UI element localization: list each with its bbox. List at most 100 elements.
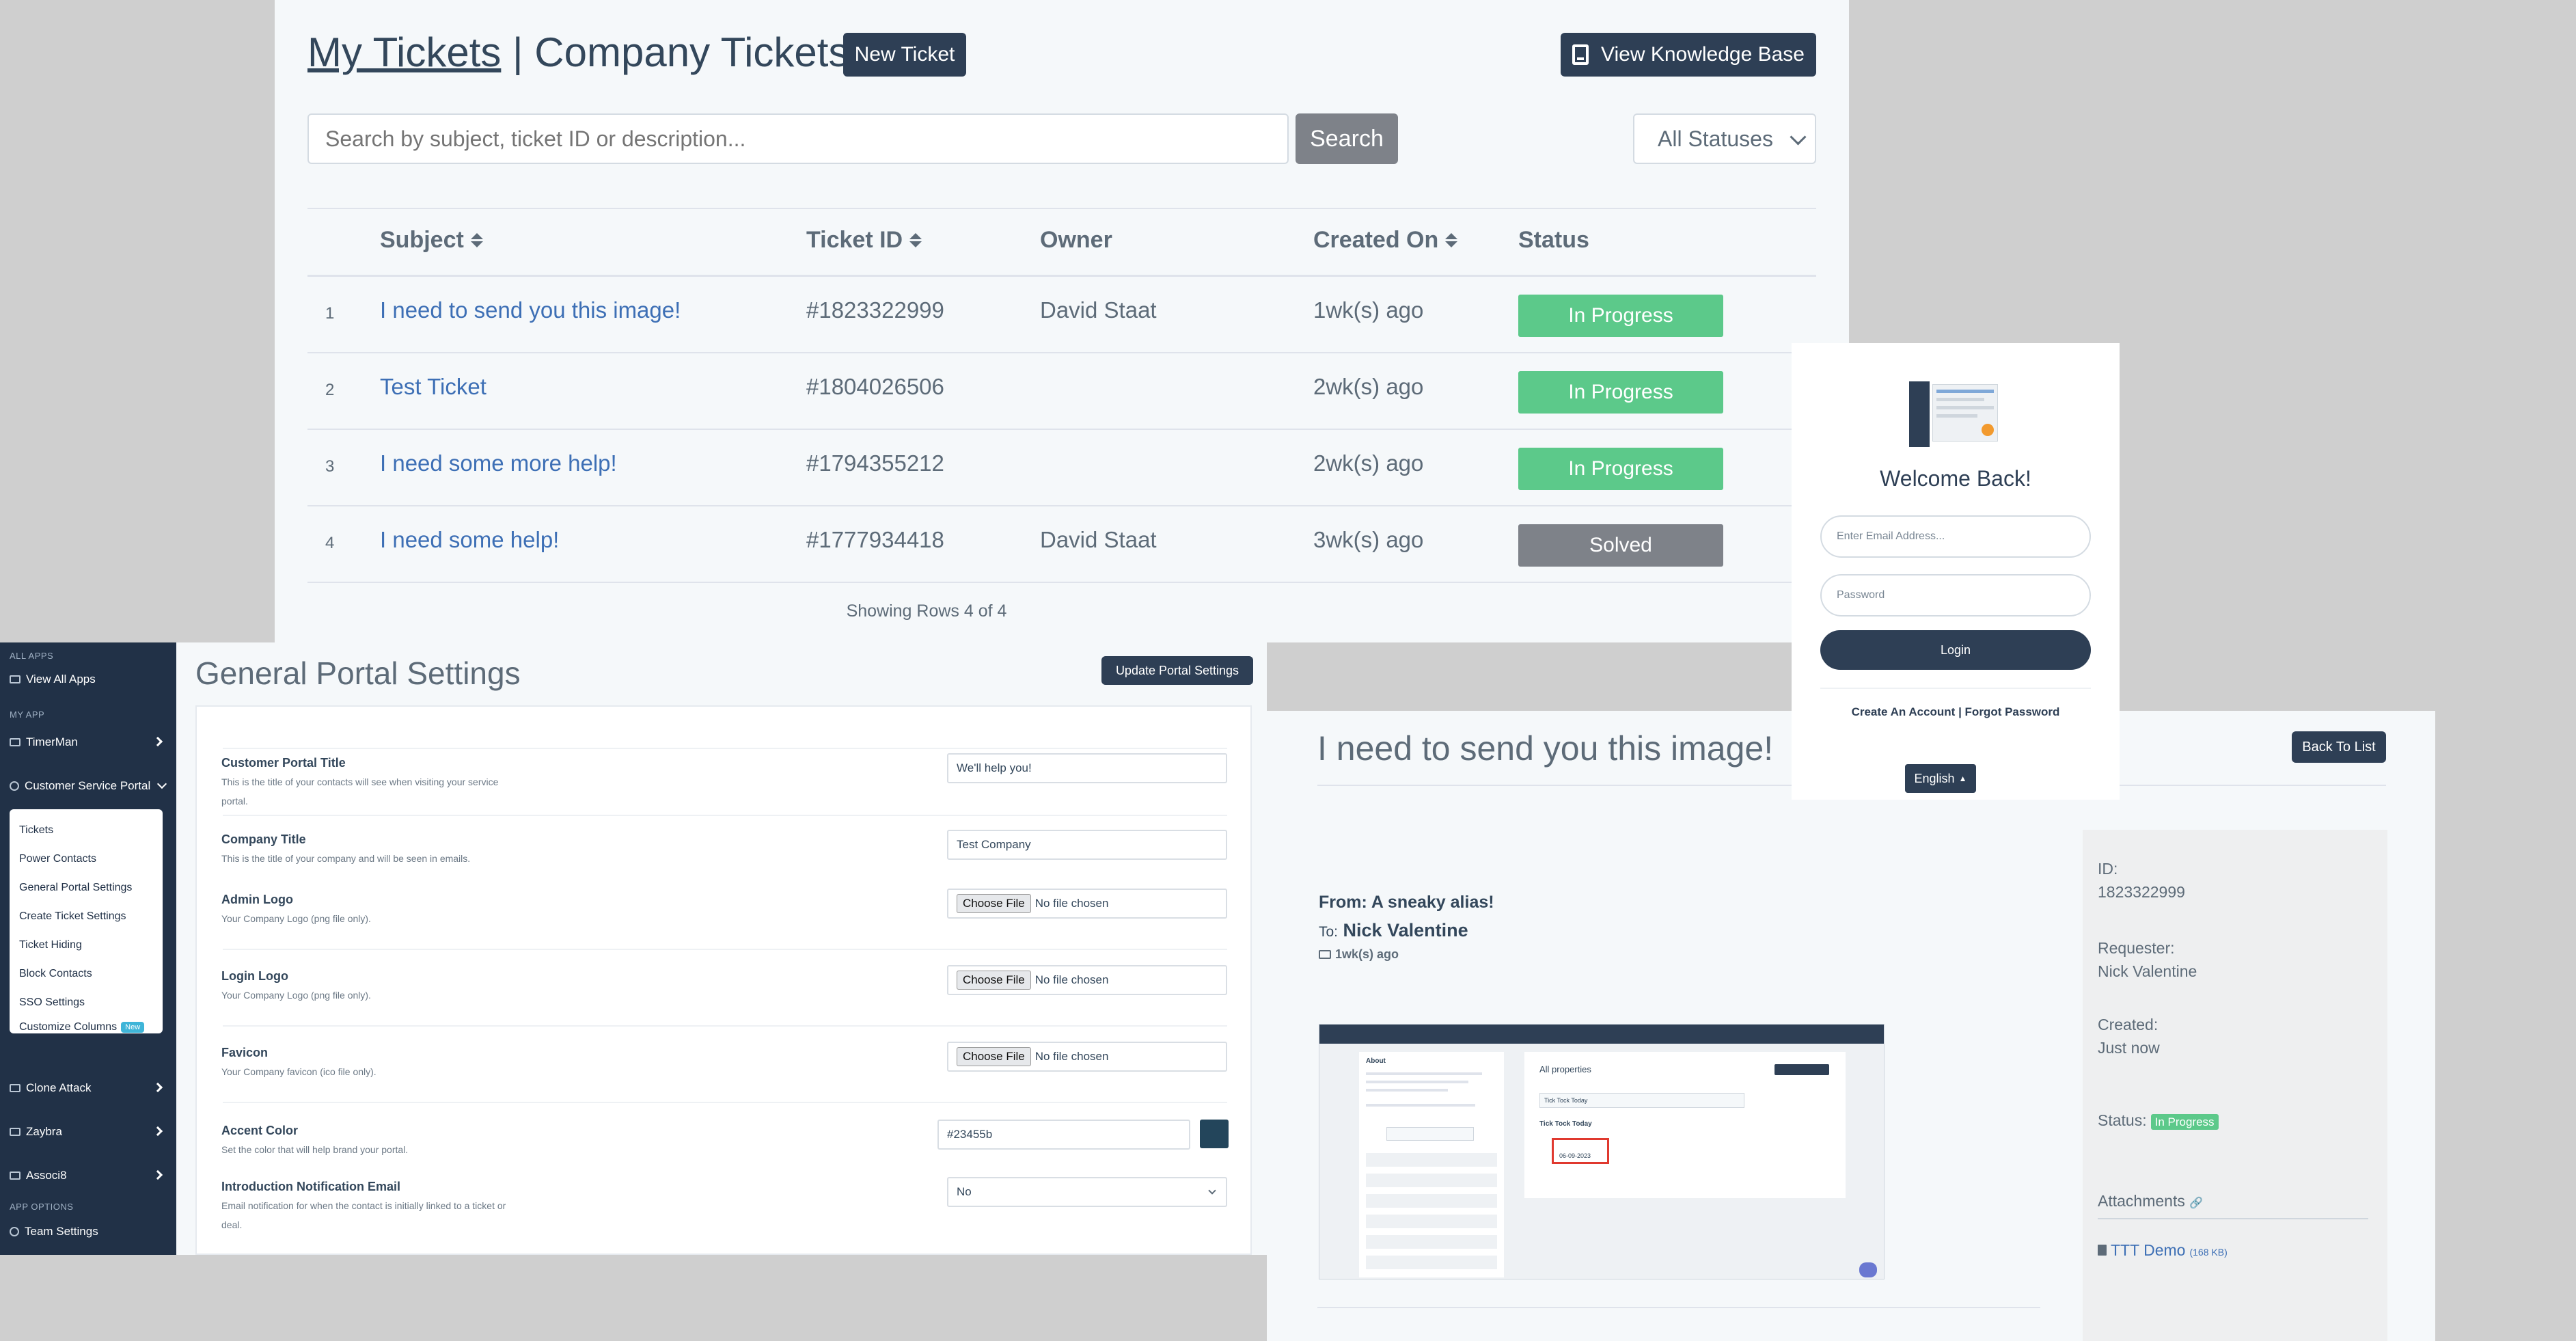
trash-icon[interactable] — [2098, 1245, 2107, 1256]
submenu-item-customize-columns[interactable]: Customize Columns New — [19, 1021, 145, 1033]
row-number: 3 — [325, 457, 335, 476]
email-field[interactable]: Enter Email Address... — [1820, 515, 2091, 558]
admin-logo-description: Your Company Logo (png file only). — [221, 913, 371, 924]
settings-divider — [223, 1025, 1227, 1027]
column-label: Owner — [1040, 227, 1112, 253]
status-filter-select[interactable]: All Statuses — [1633, 113, 1816, 164]
logo-line — [1936, 390, 1994, 393]
column-header-owner: Owner — [1040, 227, 1112, 254]
sidebar-item-customer-service-portal[interactable]: Customer Service Portal — [10, 778, 167, 793]
table-row[interactable]: 3 I need some more help! #1794355212 2wk… — [275, 430, 1849, 506]
notification-email-value: No — [957, 1185, 972, 1198]
choose-file-button[interactable]: Choose File — [957, 894, 1031, 913]
submenu-item-create-ticket-settings[interactable]: Create Ticket Settings — [19, 910, 126, 923]
chevron-down-icon — [1208, 1187, 1216, 1195]
favicon-description: Your Company favicon (ico file only). — [221, 1066, 376, 1077]
status-badge: In Progress — [1518, 295, 1723, 337]
submenu-item-general-portal-settings[interactable]: General Portal Settings — [19, 882, 132, 894]
ticket-subject-link[interactable]: I need some help! — [380, 527, 559, 553]
login-logo-file-input[interactable]: Choose File No file chosen — [947, 965, 1227, 995]
message-time: 1wk(s) ago — [1319, 947, 1399, 962]
sidebar-item-clone-attack[interactable]: Clone Attack — [10, 1081, 91, 1095]
attachment-link[interactable]: TTT Demo — [2111, 1241, 2185, 1260]
tickets-panel: My Tickets | Company Tickets New Ticket … — [275, 0, 1849, 642]
ticket-id: #1794355212 — [806, 450, 944, 476]
settings-divider — [223, 815, 1227, 816]
column-header-ticket-id[interactable]: Ticket ID — [806, 227, 922, 254]
ticket-subject-link[interactable]: I need to send you this image! — [380, 297, 681, 323]
portal-title-input[interactable]: We'll help you! — [947, 753, 1227, 783]
embedded-field — [1366, 1153, 1497, 1167]
submenu-item-block-contacts[interactable]: Block Contacts — [19, 968, 92, 980]
section-all-apps: ALL APPS — [10, 651, 54, 661]
sidebar-item-zaybra[interactable]: Zaybra — [10, 1125, 62, 1139]
submenu-item-ticket-hiding[interactable]: Ticket Hiding — [19, 939, 82, 951]
section-my-app: MY APP — [10, 709, 45, 720]
chevron-right-icon — [152, 1082, 163, 1093]
back-to-list-button[interactable]: Back To List — [2292, 731, 2386, 763]
ticket-created: 2wk(s) ago — [1313, 374, 1424, 399]
submenu-item-power-contacts[interactable]: Power Contacts — [19, 853, 96, 865]
sidebar-item-associ8[interactable]: Associ8 — [10, 1169, 67, 1182]
app-icon — [10, 738, 20, 746]
notification-email-select[interactable]: No — [947, 1177, 1227, 1207]
company-title-input[interactable]: Test Company — [947, 830, 1227, 860]
my-tickets-link[interactable]: My Tickets — [307, 29, 501, 75]
page-title: My Tickets | Company Tickets — [307, 29, 849, 76]
logo-badge — [1982, 424, 1994, 436]
general-portal-settings-panel: General Portal Settings Update Portal Se… — [176, 642, 1267, 1255]
language-dropdown[interactable]: English ▲ — [1905, 764, 1976, 793]
password-field[interactable]: Password — [1820, 574, 2091, 617]
ticket-properties-sidebar: ID: 1823322999 Requester: Nick Valentine… — [2083, 830, 2387, 1341]
sidebar-item-team-settings[interactable]: Team Settings — [10, 1225, 98, 1238]
table-row[interactable]: 1 I need to send you this image! #182332… — [275, 277, 1849, 353]
submenu-item-tickets[interactable]: Tickets — [19, 824, 53, 837]
search-button[interactable]: Search — [1296, 113, 1398, 164]
id-value: 1823322999 — [2098, 883, 2185, 901]
ticket-subject-link[interactable]: I need some more help! — [380, 450, 617, 476]
accent-color-swatch[interactable] — [1200, 1120, 1229, 1148]
accent-color-input[interactable]: #23455b — [937, 1120, 1190, 1150]
admin-logo-file-input[interactable]: Choose File No file chosen — [947, 889, 1227, 919]
login-button[interactable]: Login — [1820, 630, 2091, 670]
language-value: English — [1914, 771, 1955, 785]
attached-image[interactable]: About All properties Tick Tock Today Tic… — [1319, 1024, 1885, 1279]
column-header-created-on[interactable]: Created On — [1313, 227, 1458, 254]
column-header-subject[interactable]: Subject — [380, 227, 483, 254]
row-number: 1 — [325, 304, 335, 323]
embedded-manage-button — [1775, 1064, 1829, 1075]
choose-file-button[interactable]: Choose File — [957, 1047, 1031, 1066]
submenu-item-sso-settings[interactable]: SSO Settings — [19, 997, 85, 1009]
title-separator: | — [501, 29, 535, 75]
view-knowledge-base-button[interactable]: View Knowledge Base — [1561, 33, 1816, 77]
embedded-about-title: About — [1366, 1057, 1386, 1065]
choose-file-button[interactable]: Choose File — [957, 971, 1031, 990]
message-divider — [1317, 1307, 2040, 1308]
column-label: Status — [1518, 227, 1589, 253]
account-links[interactable]: Create An Account | Forgot Password — [1792, 705, 2120, 719]
sidebar-item-timerman[interactable]: TimerMan — [10, 735, 167, 749]
notification-email-label: Introduction Notification Email — [221, 1180, 400, 1193]
update-portal-settings-button[interactable]: Update Portal Settings — [1101, 656, 1253, 685]
sidebar-item-label: Clone Attack — [26, 1081, 92, 1094]
section-app-options: APP OPTIONS — [10, 1202, 74, 1212]
id-label: ID: — [2098, 860, 2118, 878]
ticket-subject-link[interactable]: Test Ticket — [380, 374, 487, 400]
search-input[interactable] — [307, 113, 1289, 164]
file-status: No file chosen — [1034, 1050, 1109, 1063]
status-badge: In Progress — [1518, 448, 1723, 490]
chevron-right-icon — [152, 1169, 163, 1180]
logo-line — [1936, 398, 1984, 401]
portal-title-description: This is the title of your contacts will … — [221, 776, 499, 807]
login-panel: Welcome Back! Enter Email Address... Pas… — [1792, 343, 2120, 800]
table-row[interactable]: 4 I need some help! #1777934418 David St… — [275, 506, 1849, 583]
table-row[interactable]: 2 Test Ticket #1804026506 2wk(s) ago In … — [275, 353, 1849, 430]
ticket-owner: David Staat — [1040, 297, 1157, 323]
company-tickets-link[interactable]: Company Tickets — [534, 29, 849, 75]
attachment-item[interactable]: TTT Demo (168 KB) — [2098, 1241, 2228, 1260]
settings-title: General Portal Settings — [195, 655, 521, 691]
sidebar-item-view-all-apps[interactable]: View All Apps — [10, 673, 96, 686]
new-ticket-button[interactable]: New Ticket — [843, 33, 966, 77]
favicon-file-input[interactable]: Choose File No file chosen — [947, 1042, 1227, 1072]
app-icon — [10, 1128, 20, 1136]
